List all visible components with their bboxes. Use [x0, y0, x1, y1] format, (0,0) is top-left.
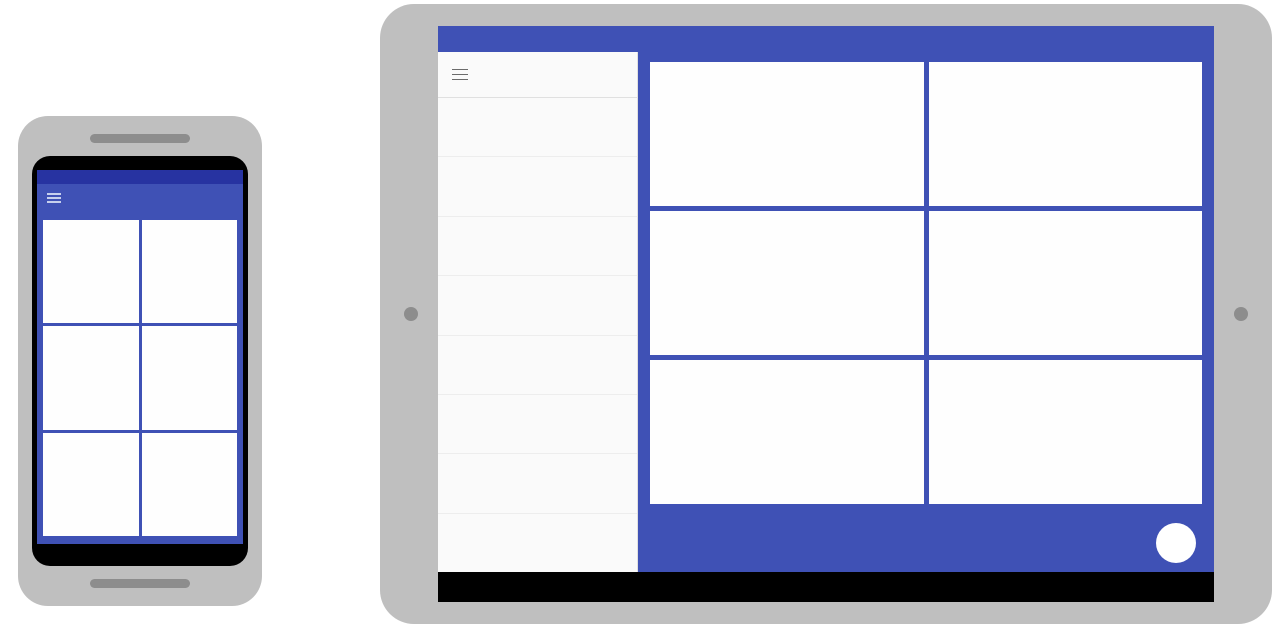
grid-card[interactable] — [650, 360, 924, 504]
list-item[interactable] — [438, 98, 637, 157]
tablet-device-frame — [380, 4, 1272, 624]
tablet-side-header — [438, 52, 637, 98]
tablet-side-list — [438, 98, 637, 572]
phone-status-bar — [37, 170, 243, 184]
tablet-side-panel — [438, 52, 638, 572]
hamburger-menu-icon[interactable] — [47, 193, 61, 203]
list-item[interactable] — [438, 336, 637, 395]
phone-screen-bezel — [32, 156, 248, 566]
grid-card[interactable] — [929, 62, 1203, 206]
grid-card[interactable] — [929, 360, 1203, 504]
list-item[interactable] — [438, 157, 637, 216]
grid-card[interactable] — [43, 326, 139, 429]
list-item[interactable] — [438, 454, 637, 513]
grid-card[interactable] — [43, 433, 139, 536]
tablet-home-dot — [1234, 307, 1248, 321]
list-item[interactable] — [438, 276, 637, 335]
tablet-camera-dot — [404, 307, 418, 321]
tablet-card-grid — [650, 62, 1202, 504]
grid-card[interactable] — [142, 433, 238, 536]
grid-card[interactable] — [650, 211, 924, 355]
tablet-screen-bezel — [438, 26, 1214, 602]
phone-device-frame — [18, 116, 262, 606]
tablet-bottom-bar — [638, 514, 1214, 572]
tablet-main-pane — [638, 52, 1214, 572]
tablet-top-bar — [438, 26, 1214, 52]
phone-microphone — [90, 579, 190, 588]
grid-card[interactable] — [929, 211, 1203, 355]
list-item[interactable] — [438, 217, 637, 276]
grid-card[interactable] — [142, 326, 238, 429]
hamburger-menu-icon[interactable] — [452, 69, 468, 81]
phone-speaker — [90, 134, 190, 143]
tablet-body — [438, 52, 1214, 572]
grid-card[interactable] — [43, 220, 139, 323]
tablet-content-area — [638, 52, 1214, 514]
list-item[interactable] — [438, 395, 637, 454]
fab-button[interactable] — [1156, 523, 1196, 563]
phone-content-area — [37, 212, 243, 544]
grid-card[interactable] — [650, 62, 924, 206]
list-item[interactable] — [438, 514, 637, 572]
phone-app-viewport — [37, 170, 243, 544]
phone-card-grid — [43, 220, 237, 536]
tablet-app-viewport — [438, 26, 1214, 572]
phone-app-bar — [37, 184, 243, 212]
grid-card[interactable] — [142, 220, 238, 323]
